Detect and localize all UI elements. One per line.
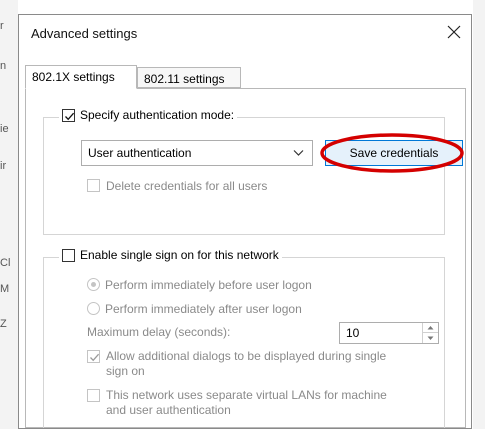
background-text-fragment: M (0, 283, 10, 295)
close-button[interactable] (443, 21, 465, 43)
authentication-group (43, 117, 445, 235)
allow-dialogs-row: Allow additional dialogs to be displayed… (87, 349, 386, 379)
max-delay-spinbox[interactable]: 10 (339, 322, 439, 344)
radio-row-after-logon: Perform immediately after user logon (87, 302, 302, 317)
separate-vlans-label-line1: This network uses separate virtual LANs … (106, 388, 387, 402)
tab-80211-settings[interactable]: 802.11 settings (137, 67, 241, 88)
separate-vlans-checkbox[interactable] (87, 389, 100, 402)
delete-credentials-label: Delete credentials for all users (106, 179, 268, 193)
tab-8021x-settings[interactable]: 802.1X settings (25, 65, 137, 89)
advanced-settings-dialog: Advanced settings 802.1X settings 802.11… (18, 14, 472, 429)
chevron-down-icon (293, 150, 304, 156)
radio-row-before-logon: Perform immediately before user logon (87, 278, 312, 293)
specify-auth-mode-label: Specify authentication mode: (80, 108, 235, 122)
separate-vlans-label: This network uses separate virtual LANs … (106, 388, 387, 418)
perform-before-logon-label: Perform immediately before user logon (105, 278, 312, 292)
checkmark-icon (90, 353, 100, 362)
authentication-mode-select[interactable]: User authentication (81, 140, 313, 166)
allow-dialogs-checkbox[interactable] (87, 350, 100, 363)
dialog-title: Advanced settings (31, 26, 138, 41)
background-text-fragment: n (0, 60, 7, 72)
save-credentials-button[interactable]: Save credentials (325, 140, 463, 166)
chevron-down-icon (427, 336, 434, 340)
enable-sso-label: Enable single sign on for this network (80, 248, 279, 262)
spin-up-button[interactable] (423, 323, 438, 333)
delete-credentials-row: Delete credentials for all users (87, 179, 267, 194)
max-delay-value: 10 (346, 326, 360, 340)
background-text-fragment: Cl (0, 257, 11, 269)
background-text-fragment: ir (0, 160, 7, 172)
allow-dialogs-label: Allow additional dialogs to be displayed… (106, 349, 386, 379)
max-delay-label: Maximum delay (seconds): (87, 325, 231, 339)
tab-panel-8021x: Specify authentication mode: User authen… (25, 88, 466, 428)
radio-selected-dot (91, 282, 96, 287)
allow-dialogs-label-line2: sign on (106, 364, 145, 378)
background-window-right (473, 0, 485, 429)
spinbox-arrows (422, 323, 438, 343)
enable-sso-checkbox[interactable] (62, 248, 75, 262)
spin-down-button[interactable] (423, 333, 438, 343)
allow-dialogs-label-line1: Allow additional dialogs to be displayed… (106, 349, 387, 363)
dialog-titlebar: Advanced settings (19, 15, 471, 51)
background-text-fragment: r (0, 20, 4, 32)
close-icon (447, 25, 461, 39)
authentication-mode-value: User authentication (88, 146, 192, 160)
perform-after-logon-radio[interactable] (87, 302, 100, 315)
enable-sso-legend: Enable single sign on for this network (59, 248, 282, 262)
specify-auth-mode-checkbox[interactable] (62, 108, 75, 122)
perform-before-logon-radio[interactable] (87, 278, 100, 291)
delete-credentials-checkbox[interactable] (87, 179, 100, 192)
perform-after-logon-label: Perform immediately after user logon (105, 302, 302, 316)
chevron-up-icon (427, 326, 434, 330)
checkmark-icon (65, 112, 75, 120)
background-text-fragment: ie (0, 123, 9, 135)
background-text-fragment: Z (0, 318, 7, 330)
specify-auth-mode-legend: Specify authentication mode: (59, 108, 238, 122)
separate-vlans-row: This network uses separate virtual LANs … (87, 388, 387, 418)
separate-vlans-label-line2: and user authentication (106, 403, 231, 417)
